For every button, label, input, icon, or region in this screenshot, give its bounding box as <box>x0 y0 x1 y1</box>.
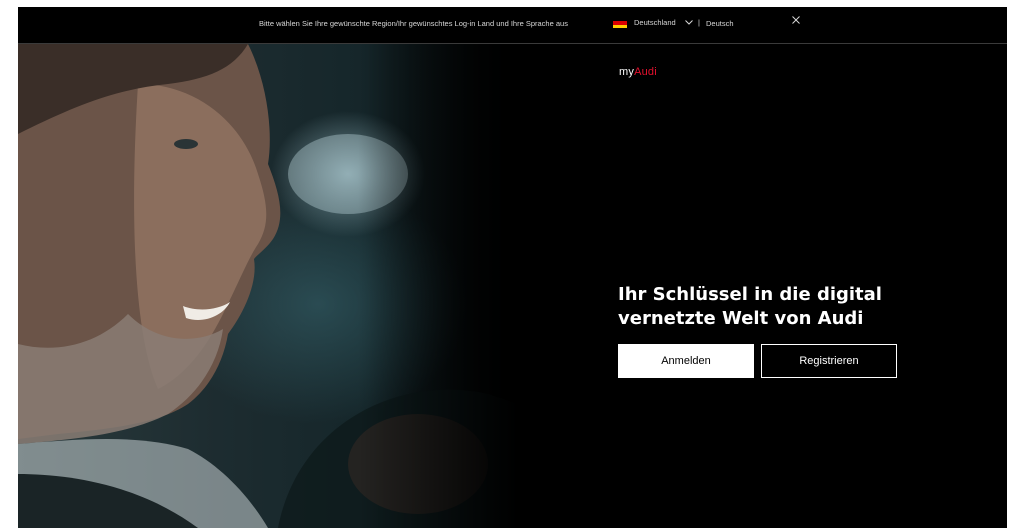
region-selection-bar: Bitte wählen Sie Ihre gewünschte Region/… <box>18 7 1007 44</box>
hero-image <box>18 44 518 528</box>
hero-headline: Ihr Schlüssel in die digital vernetzte W… <box>618 284 882 329</box>
region-prompt: Bitte wählen Sie Ihre gewünschte Region/… <box>259 19 568 28</box>
page-frame: Bitte wählen Sie Ihre gewünschte Region/… <box>18 7 1007 528</box>
country-select[interactable]: Deutschland <box>634 18 676 27</box>
language-select[interactable]: Deutsch <box>706 19 734 28</box>
germany-flag-icon <box>613 18 627 28</box>
register-button[interactable]: Registrieren <box>761 344 897 378</box>
brand-name: Audi <box>634 66 657 78</box>
separator: | <box>698 18 700 27</box>
chevron-down-icon[interactable] <box>684 17 694 27</box>
myaudi-logo[interactable]: myAudi <box>619 66 657 78</box>
login-button[interactable]: Anmelden <box>618 344 754 378</box>
hero-gradient-overlay <box>358 44 518 528</box>
close-icon[interactable] <box>790 14 802 26</box>
brand-prefix: my <box>619 66 635 78</box>
